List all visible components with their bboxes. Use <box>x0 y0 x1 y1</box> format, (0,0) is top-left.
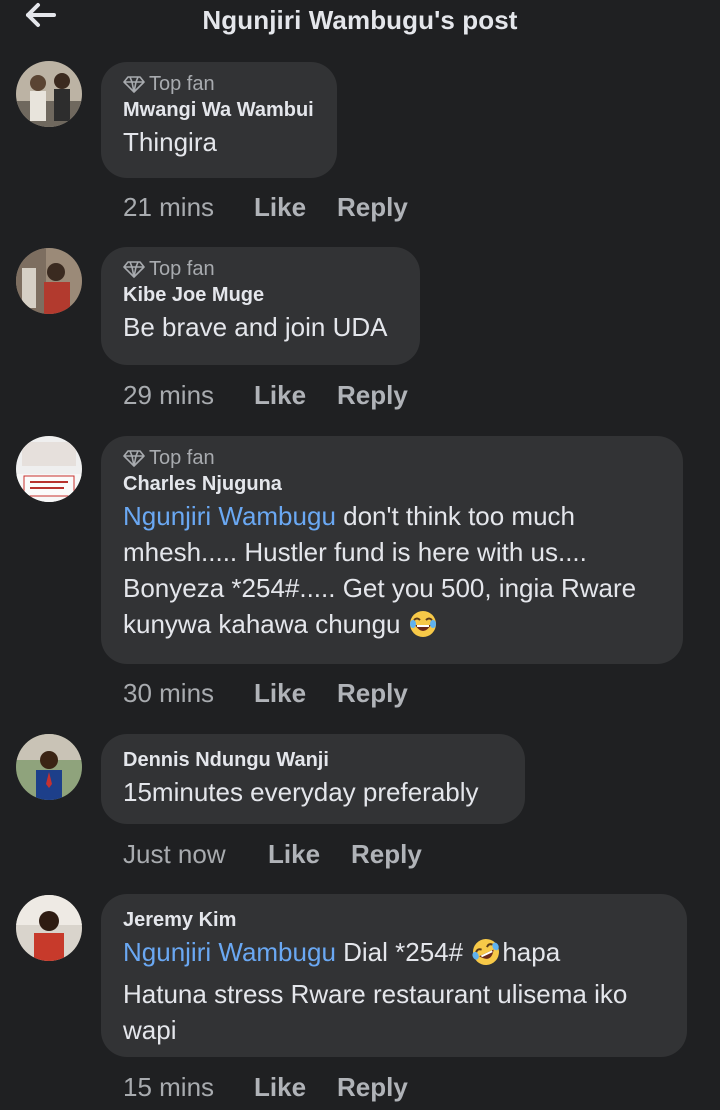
like-button[interactable]: Like <box>254 1070 337 1104</box>
diamond-icon <box>123 450 145 467</box>
timestamp: Just now <box>123 839 226 869</box>
comment-bubble[interactable]: Top fan Kibe Joe Muge Be brave and join … <box>101 247 420 365</box>
comment-bubble[interactable]: Jeremy Kim Ngunjiri Wambugu Dial *254# h… <box>101 894 687 1057</box>
reply-button[interactable]: Reply <box>337 1070 408 1104</box>
comment-text: Ngunjiri Wambugu don't think too much mh… <box>123 498 661 648</box>
top-fan-badge: Top fan <box>123 72 315 96</box>
comment-bubble[interactable]: Top fan Mwangi Wa Wambui Thingira <box>101 62 337 178</box>
diamond-icon <box>123 261 145 278</box>
comment-bubble[interactable]: Dennis Ndungu Wanji 15minutes everyday p… <box>101 734 525 824</box>
comment-actions: 29 mins Like Reply <box>123 378 408 412</box>
top-bar: Ngunjiri Wambugu's post <box>0 0 720 40</box>
like-button[interactable]: Like <box>268 837 351 871</box>
reply-button[interactable]: Reply <box>337 378 408 412</box>
comment-actions: 15 mins Like Reply <box>123 1070 408 1104</box>
mention-link[interactable]: Ngunjiri Wambugu <box>123 501 336 531</box>
top-fan-label: Top fan <box>149 72 215 95</box>
comment-text: Thingira <box>123 127 217 157</box>
like-button[interactable]: Like <box>254 676 337 710</box>
comment-actions: 21 mins Like Reply <box>123 190 408 224</box>
mention-link[interactable]: Ngunjiri Wambugu <box>123 937 336 967</box>
top-fan-badge: Top fan <box>123 446 661 470</box>
reply-button[interactable]: Reply <box>337 676 408 710</box>
comment-text: Ngunjiri Wambugu Dial *254# hapa Hatuna … <box>123 934 665 1048</box>
comment-actions: Just now Like Reply <box>123 837 422 871</box>
reply-button[interactable]: Reply <box>337 190 408 224</box>
diamond-icon <box>123 76 145 93</box>
avatar[interactable] <box>16 61 82 127</box>
avatar[interactable] <box>16 248 82 314</box>
avatar[interactable] <box>16 436 82 502</box>
timestamp: 15 mins <box>123 1072 215 1102</box>
timestamp: 29 mins <box>123 380 215 410</box>
comment-actions: 30 mins Like Reply <box>123 676 408 710</box>
comment-text: Be brave and join UDA <box>123 312 388 342</box>
rofl-emoji-icon <box>470 937 502 976</box>
avatar[interactable] <box>16 895 82 961</box>
commenter-name[interactable]: Mwangi Wa Wambui <box>123 96 315 124</box>
avatar[interactable] <box>16 734 82 800</box>
top-fan-label: Top fan <box>149 257 215 280</box>
timestamp: 21 mins <box>123 192 215 222</box>
commenter-name[interactable]: Jeremy Kim <box>123 906 665 934</box>
comment-text: 15minutes everyday preferably <box>123 777 479 807</box>
comment-bubble[interactable]: Top fan Charles Njuguna Ngunjiri Wambugu… <box>101 436 683 664</box>
commenter-name[interactable]: Kibe Joe Muge <box>123 281 398 309</box>
timestamp: 30 mins <box>123 678 215 708</box>
top-fan-label: Top fan <box>149 446 215 469</box>
commenter-name[interactable]: Dennis Ndungu Wanji <box>123 746 503 774</box>
like-button[interactable]: Like <box>254 190 337 224</box>
top-fan-badge: Top fan <box>123 257 398 281</box>
tears-of-joy-emoji-icon <box>408 609 438 648</box>
page-title: Ngunjiri Wambugu's post <box>202 5 518 35</box>
commenter-name[interactable]: Charles Njuguna <box>123 470 661 498</box>
like-button[interactable]: Like <box>254 378 337 412</box>
reply-button[interactable]: Reply <box>351 837 422 871</box>
